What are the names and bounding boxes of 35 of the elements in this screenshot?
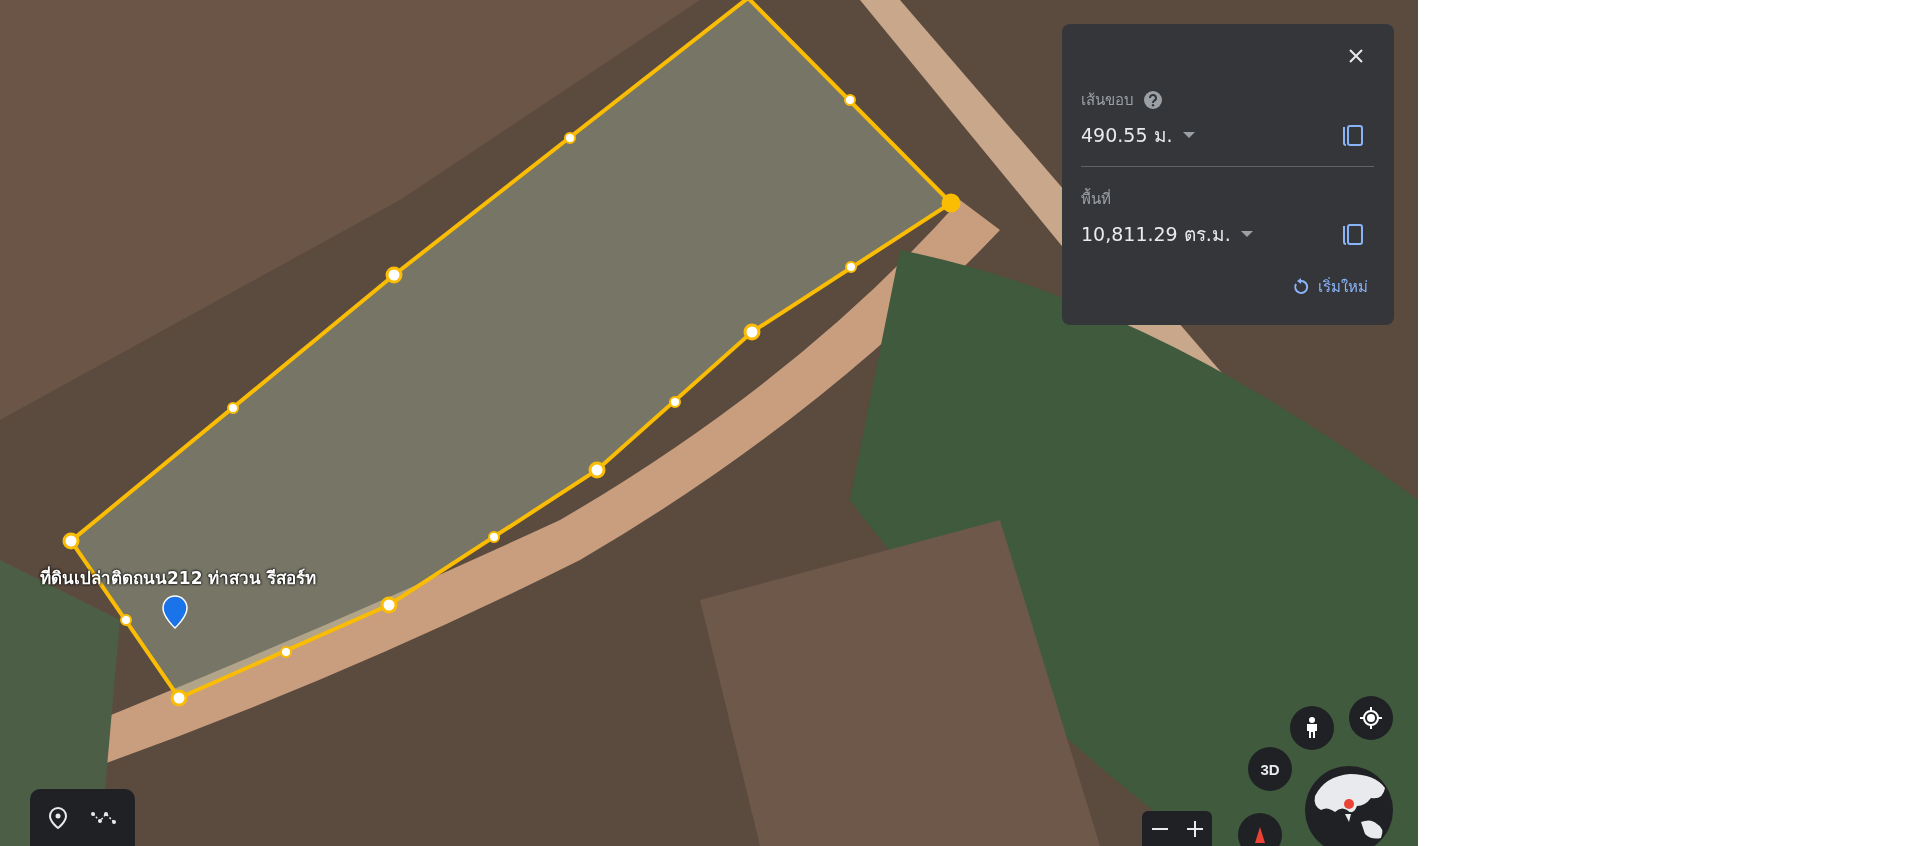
midpoint-handle[interactable]	[669, 396, 681, 408]
caret-icon	[1182, 132, 1195, 138]
reset-icon	[1292, 278, 1310, 296]
person-icon	[1305, 717, 1319, 739]
midpoint-handle[interactable]	[227, 402, 239, 414]
perimeter-label: เส้นขอบ	[1081, 90, 1134, 111]
vertex-handle[interactable]	[941, 193, 961, 213]
pin-icon[interactable]	[48, 806, 67, 829]
unit-dropdown[interactable]: 490.55 ม.	[1081, 120, 1195, 150]
midpoint-handle[interactable]	[120, 614, 132, 626]
close-icon	[1348, 48, 1364, 64]
zoom-in-icon[interactable]	[1185, 819, 1204, 838]
vertex-handle[interactable]	[385, 266, 403, 284]
my-location-icon	[1359, 706, 1383, 730]
location-pin-icon[interactable]	[162, 595, 188, 629]
midpoint-handle[interactable]	[488, 531, 500, 543]
path-icon[interactable]	[90, 809, 117, 826]
copy-icon[interactable]	[1342, 123, 1364, 147]
vertex-handle[interactable]	[743, 323, 761, 341]
help-icon[interactable]	[1144, 91, 1162, 109]
midpoint-handle[interactable]	[564, 132, 576, 144]
caret-icon	[1240, 231, 1253, 237]
midpoint-handle[interactable]	[280, 646, 292, 658]
area-label: พื้นที่	[1081, 187, 1111, 210]
midpoint-handle[interactable]	[845, 261, 857, 273]
copy-icon[interactable]	[1342, 222, 1364, 246]
reset-button[interactable]: เริ่มใหม่	[1286, 275, 1374, 299]
compass-needle-icon	[1254, 827, 1266, 843]
unit-dropdown[interactable]: 10,811.29 ตร.ม.	[1081, 219, 1253, 249]
vertex-handle[interactable]	[380, 596, 398, 614]
vertex-handle[interactable]	[62, 532, 80, 550]
vertex-handle[interactable]	[588, 461, 606, 479]
midpoint-handle[interactable]	[844, 94, 856, 106]
vertex-handle[interactable]	[170, 689, 188, 707]
globe-icon[interactable]	[1305, 766, 1393, 846]
